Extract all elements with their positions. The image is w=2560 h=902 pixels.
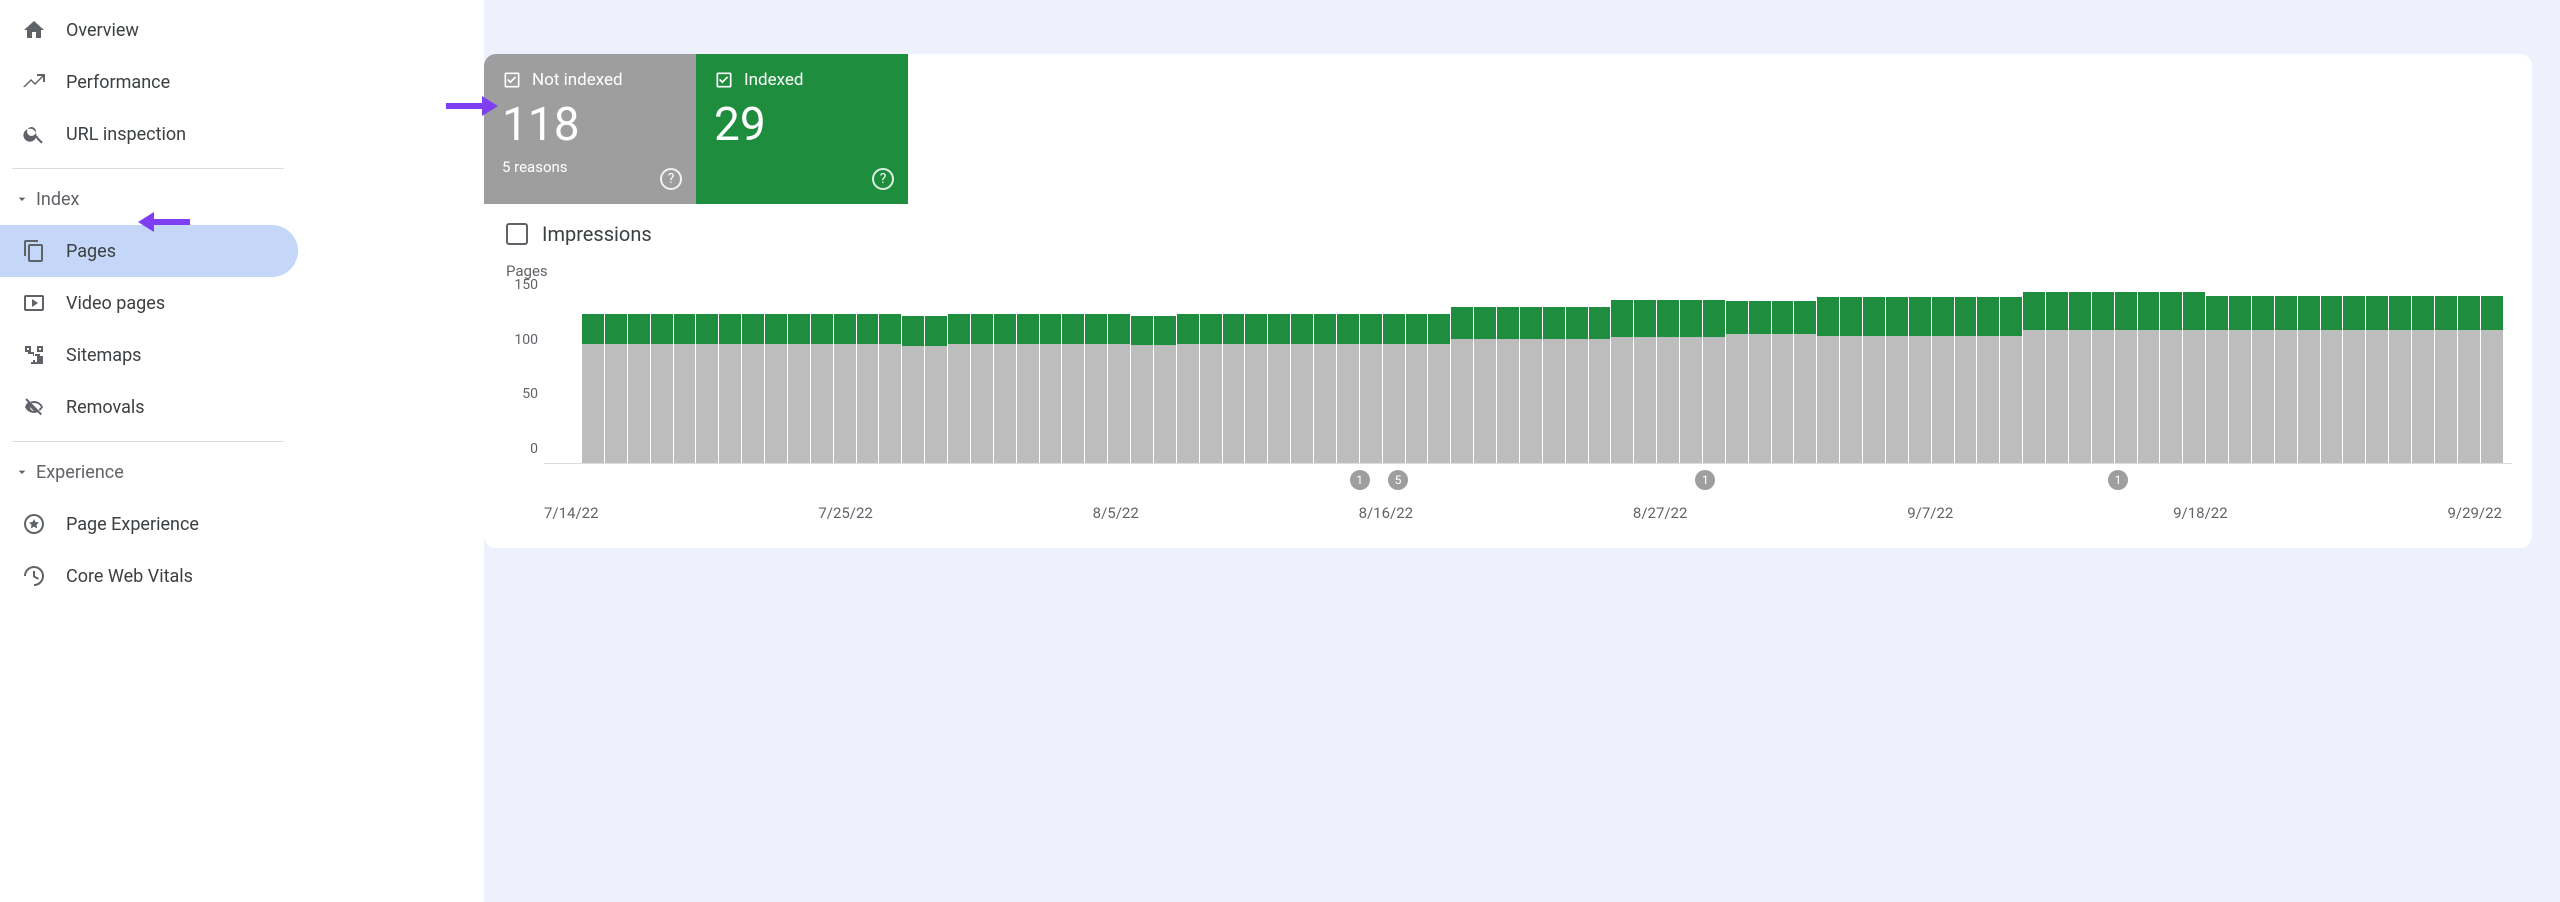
video-icon xyxy=(22,291,46,315)
x-tick: 9/7/22 xyxy=(1907,504,1953,522)
sidebar-item-page-experience[interactable]: Page Experience xyxy=(0,498,484,550)
y-axis: 150100500 xyxy=(504,284,544,464)
chart-marker[interactable]: 1 xyxy=(2108,470,2128,490)
stat-not-indexed[interactable]: Not indexed 118 5 reasons ? xyxy=(484,54,696,204)
home-icon xyxy=(22,18,46,42)
chart-markers: 1511 xyxy=(582,470,2502,492)
section-title: Index xyxy=(36,189,79,210)
annotation-arrow xyxy=(138,210,190,234)
speed-icon xyxy=(22,564,46,588)
sidebar-item-label: Page Experience xyxy=(66,514,199,535)
section-index[interactable]: Index xyxy=(0,173,484,225)
stat-indexed[interactable]: Indexed 29 ? xyxy=(696,54,908,204)
caret-down-icon xyxy=(14,464,30,480)
sidebar-item-url-inspection[interactable]: URL inspection xyxy=(0,108,484,160)
main-content: Not indexed 118 5 reasons ? Indexed 29 ? xyxy=(484,0,2560,902)
sidebar-item-label: URL inspection xyxy=(66,124,186,145)
sidebar-item-sitemaps[interactable]: Sitemaps xyxy=(0,329,484,381)
sidebar-item-core-web-vitals[interactable]: Core Web Vitals xyxy=(0,550,484,602)
section-title: Experience xyxy=(36,462,124,483)
sidebar-item-label: Performance xyxy=(66,72,170,93)
section-experience[interactable]: Experience xyxy=(0,446,484,498)
x-tick: 8/16/22 xyxy=(1359,504,1414,522)
annotation-arrow xyxy=(446,94,498,118)
sidebar: Overview Performance URL inspection Inde… xyxy=(0,0,484,902)
x-tick: 7/14/22 xyxy=(544,504,599,522)
checkbox-checked-icon xyxy=(714,70,734,90)
sidebar-item-video-pages[interactable]: Video pages xyxy=(0,277,484,329)
sidebar-item-label: Sitemaps xyxy=(66,345,141,366)
sidebar-item-label: Video pages xyxy=(66,293,165,314)
impressions-checkbox[interactable] xyxy=(506,223,528,245)
sidebar-item-performance[interactable]: Performance xyxy=(0,56,484,108)
sidebar-item-overview[interactable]: Overview xyxy=(0,4,484,56)
stat-indexed-value: 29 xyxy=(714,98,890,152)
sidebar-item-label: Pages xyxy=(66,241,116,262)
x-tick: 8/27/22 xyxy=(1633,504,1688,522)
star-circle-icon xyxy=(22,512,46,536)
x-tick: 8/5/22 xyxy=(1093,504,1139,522)
trend-icon xyxy=(22,70,46,94)
chart-ylabel: Pages xyxy=(506,262,2512,280)
x-tick: 9/29/22 xyxy=(2447,504,2502,522)
chart-marker[interactable]: 5 xyxy=(1388,470,1408,490)
help-icon[interactable]: ? xyxy=(660,168,682,190)
checkbox-checked-icon xyxy=(502,70,522,90)
stat-indexed-label: Indexed xyxy=(744,70,803,90)
sidebar-item-removals[interactable]: Removals xyxy=(0,381,484,433)
sidebar-item-label: Removals xyxy=(66,397,145,418)
chart-marker[interactable]: 1 xyxy=(1695,470,1715,490)
stat-not-indexed-label: Not indexed xyxy=(532,70,623,90)
pages-icon xyxy=(22,239,46,263)
impressions-label: Impressions xyxy=(542,222,652,246)
pages-chart: Pages 150100500 1511 7/14/227/25/228/5/2… xyxy=(484,256,2532,548)
x-tick: 9/18/22 xyxy=(2173,504,2228,522)
caret-down-icon xyxy=(14,191,30,207)
stat-not-indexed-sub: 5 reasons xyxy=(502,158,678,176)
sitemap-icon xyxy=(22,343,46,367)
x-axis: 7/14/22 7/25/22 8/5/22 8/16/22 8/27/22 9/7/22… xyxy=(504,504,2512,522)
x-tick: 7/25/22 xyxy=(818,504,873,522)
pages-card: Not indexed 118 5 reasons ? Indexed 29 ? xyxy=(484,54,2532,548)
help-icon[interactable]: ? xyxy=(872,168,894,190)
eye-off-icon xyxy=(22,395,46,419)
chart-marker[interactable]: 1 xyxy=(1350,470,1370,490)
chart-bars xyxy=(582,284,2502,464)
stat-not-indexed-value: 118 xyxy=(502,98,678,152)
sidebar-item-label: Core Web Vitals xyxy=(66,566,193,587)
search-icon xyxy=(22,122,46,146)
sidebar-item-label: Overview xyxy=(66,20,139,41)
